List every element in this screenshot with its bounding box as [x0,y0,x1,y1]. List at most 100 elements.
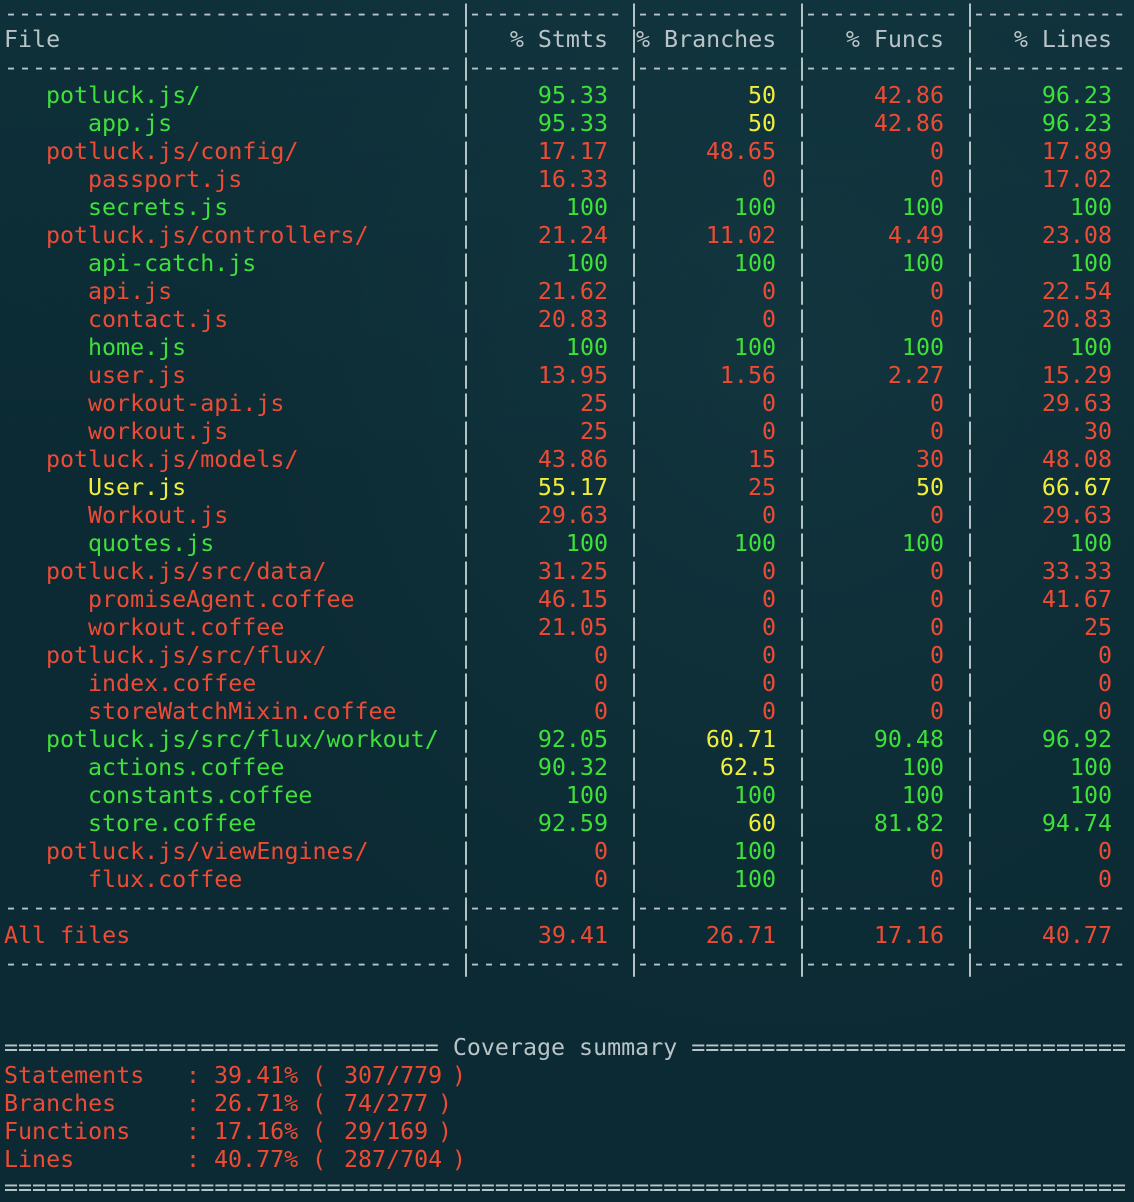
table-row: app.js 95.33 50 42.86 96.23 | | | | [4,110,1134,138]
table-row: passport.js 16.33 0 0 17.02 | | | | [4,166,1134,194]
row-branches: 15 [747,446,776,473]
column-divider: | [459,0,474,27]
row-funcs: 0 [929,502,944,529]
dash-segment: ----------------------------------------… [4,894,454,921]
column-divider: | [963,726,978,753]
column-divider: | [1129,894,1134,922]
column-divider: | [627,194,642,221]
summary-line: Statements:39.41% (307/779) [4,1062,1134,1090]
column-divider: | [627,754,642,781]
column-divider: | [963,558,978,585]
column-divider: | [963,586,978,613]
column-divider: | [795,110,810,137]
row-lines: 17.89 [1041,138,1112,165]
column-divider: | [963,0,978,27]
table-row: contact.js 20.83 0 0 20.83 | | | | [4,306,1134,334]
row-file-name: User.js [88,474,187,501]
row-file-name: app.js [88,110,173,137]
row-file-name: actions.coffee [88,754,285,781]
row-branches: 0 [761,166,776,193]
column-divider: | [963,82,978,109]
row-funcs: 100 [901,530,944,557]
table-row: potluck.js/models/43.86 15 30 48.08 | | | | [4,446,1134,474]
table-row: actions.coffee 90.32 62.5 100 100 | | | | [4,754,1134,782]
row-stmts: 55.17 [537,474,608,501]
column-divider: | [795,194,810,221]
column-divider: | [1129,0,1134,28]
column-divider: | [795,390,810,417]
row-file-name: api.js [88,278,173,305]
row-file-name: promiseAgent.coffee [88,586,355,613]
table-row: constants.coffee 100 100 100 100 | | | | [4,782,1134,810]
column-divider: | [1129,950,1134,978]
summary-value: 40.77% [214,1146,299,1173]
table-row: quotes.js 100 100 100 100 | | | | [4,530,1134,558]
row-file-name: api-catch.js [88,250,257,277]
column-divider: | [1129,54,1134,82]
header-stmts: % Stmts [509,26,608,53]
column-divider: | [963,446,978,473]
column-divider: | [795,362,810,389]
dash-segment: ----------------------------------------… [804,0,962,27]
row-stmts: 95.33 [537,110,608,137]
row-lines: 94.74 [1041,810,1112,837]
row-lines: 0 [1097,670,1112,697]
row-file-name: passport.js [88,166,243,193]
row-funcs: 81.82 [873,810,944,837]
column-divider: | [795,530,810,557]
row-stmts: 0 [593,698,608,725]
row-lines: 20.83 [1041,306,1112,333]
row-stmts: 31.25 [537,558,608,585]
row-file-name: secrets.js [88,194,229,221]
dash-segment: ----------------------------------------… [804,54,962,81]
header-file: File [4,26,61,53]
summary-bottom-rule: ========================================… [4,1174,1127,1201]
summary-label: Branches [4,1090,117,1117]
column-divider: | [963,222,978,249]
table-row: storeWatchMixin.coffee 0 0 0 0 | | | | [4,698,1134,726]
row-lines: 100 [1069,754,1112,781]
dash-segment: ----------------------------------------… [804,950,962,977]
row-funcs: 0 [929,166,944,193]
column-divider: | [963,754,978,781]
column-divider: | [963,894,978,921]
dash-segment: ----------------------------------------… [4,950,454,977]
summary-counts: 287/704 [344,1146,443,1173]
column-divider: | [627,530,642,557]
column-divider: | [459,250,474,277]
column-divider: | [459,306,474,333]
row-file-name: potluck.js/controllers/ [46,222,369,249]
row-funcs: 0 [929,306,944,333]
column-divider: | [459,502,474,529]
column-divider: | [627,502,642,529]
row-file-name: flux.coffee [88,866,243,893]
column-divider: | [795,222,810,249]
column-divider: | [963,138,978,165]
row-lines: 41.67 [1041,586,1112,613]
column-divider: | [963,278,978,305]
column-divider: | [459,166,474,193]
row-stmts: 46.15 [537,586,608,613]
row-file-name: home.js [88,334,187,361]
summary-colon: : [186,1090,201,1117]
column-divider: | [627,138,642,165]
column-divider: | [459,474,474,501]
summary-paren-close: ) [452,1146,467,1173]
row-funcs: 0 [929,418,944,445]
table-row: potluck.js/src/flux/workout/92.05 60.71 90… [4,726,1134,754]
column-divider: | [627,166,642,193]
row-branches: 60 [747,810,776,837]
row-file-name: quotes.js [88,530,215,557]
row-lines: 66.67 [1041,474,1112,501]
column-divider: | [795,754,810,781]
summary-title-text: =============================== Coverage… [4,1034,1127,1061]
row-lines: 100 [1069,194,1112,221]
row-stmts: 13.95 [537,362,608,389]
row-file-name: workout.js [88,418,229,445]
column-divider: | [627,922,642,949]
column-divider: | [963,334,978,361]
dash-segment: ----------------------------------------… [468,950,626,977]
row-branches: 0 [761,698,776,725]
column-divider: | [795,698,810,725]
row-funcs: 42.86 [873,110,944,137]
